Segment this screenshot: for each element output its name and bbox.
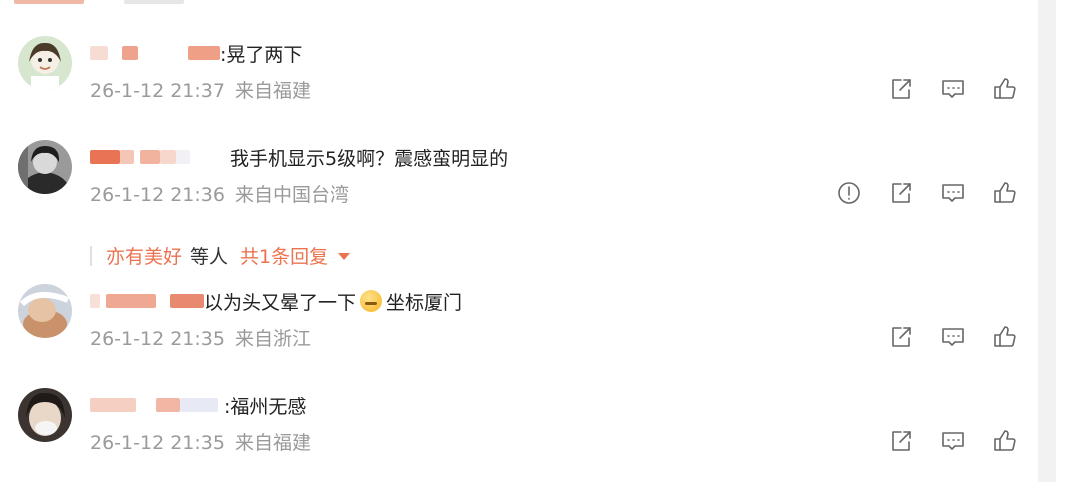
comment-meta: 26-1-12 21:35 来自福建 — [90, 428, 311, 455]
comment-icon — [942, 328, 964, 346]
comment-item: 以为头又晕了一下 坐标厦门 26-1-12 21:35 来自浙江 — [18, 284, 1018, 384]
comment-timestamp: 26-1-12 21:37 — [90, 80, 225, 102]
comment-text-part: 以为头又晕了一下 — [204, 291, 357, 314]
like-button[interactable] — [992, 324, 1018, 350]
share-button[interactable] — [888, 76, 914, 102]
comment-actions — [862, 428, 1018, 454]
comment-text-part: 坐标厦门 — [386, 291, 463, 314]
report-icon — [838, 182, 860, 204]
reply-username[interactable]: 亦有美好 — [106, 242, 182, 269]
previous-comment-fragment — [14, 0, 184, 8]
comment-meta: 26-1-12 21:36 来自中国台湾 — [90, 180, 349, 207]
chevron-down-icon[interactable] — [338, 253, 351, 260]
comment-actions — [810, 180, 1018, 206]
blurred-text — [124, 0, 184, 4]
blurred-username[interactable] — [140, 150, 160, 164]
comment-header: :晃了两下 — [90, 40, 302, 66]
comment-location: 来自福建 — [235, 432, 312, 454]
blurred-username[interactable] — [90, 294, 100, 308]
comment-timestamp: 26-1-12 21:35 — [90, 328, 225, 350]
share-button[interactable] — [888, 428, 914, 454]
blurred-username[interactable] — [120, 150, 134, 164]
like-button[interactable] — [992, 76, 1018, 102]
comment-location: 来自福建 — [235, 80, 312, 102]
like-icon — [994, 326, 1016, 347]
scrollbar[interactable] — [1038, 0, 1056, 482]
blurred-username[interactable] — [90, 46, 108, 60]
comment-timestamp: 26-1-12 21:35 — [90, 432, 225, 454]
share-icon — [892, 79, 911, 99]
blurred-username[interactable] — [90, 150, 120, 164]
comment-item: :晃了两下 26-1-12 21:37 来自福建 — [18, 36, 1018, 136]
comment-button[interactable] — [940, 76, 966, 102]
comment-actions — [862, 76, 1018, 102]
avatar[interactable] — [18, 140, 72, 194]
like-button[interactable] — [992, 180, 1018, 206]
share-button[interactable] — [888, 324, 914, 350]
comment-text: :晃了两下 — [220, 43, 303, 66]
blurred-username[interactable] — [160, 150, 176, 164]
comment-meta: 26-1-12 21:35 来自浙江 — [90, 324, 311, 351]
comment-button[interactable] — [940, 428, 966, 454]
blurred-username[interactable] — [176, 150, 190, 164]
reply-count-link[interactable]: 共1条回复 — [240, 242, 328, 269]
blurred-username — [14, 0, 84, 4]
reply-summary[interactable]: 亦有美好 等人 共1条回复 — [90, 242, 351, 269]
share-icon — [892, 431, 911, 451]
comment-text: 我手机显示5级啊？震感蛮明显的 — [230, 147, 509, 170]
share-icon — [892, 327, 911, 347]
comment-header: 以为头又晕了一下 坐标厦门 — [90, 288, 462, 314]
like-icon — [994, 430, 1016, 451]
comment-location: 来自浙江 — [235, 328, 312, 350]
share-button[interactable] — [888, 180, 914, 206]
like-button[interactable] — [992, 428, 1018, 454]
like-icon — [994, 182, 1016, 203]
comment-button[interactable] — [940, 180, 966, 206]
blurred-username[interactable] — [188, 46, 220, 60]
share-icon — [892, 183, 911, 203]
blurred-username[interactable] — [90, 398, 136, 412]
comment-meta: 26-1-12 21:37 来自福建 — [90, 76, 311, 103]
comment-icon — [942, 432, 964, 450]
comment-location: 来自中国台湾 — [235, 184, 350, 206]
comment-icon — [942, 80, 964, 98]
blurred-username[interactable] — [170, 294, 204, 308]
report-button[interactable] — [836, 180, 862, 206]
comment-header: 我手机显示5级啊？震感蛮明显的 — [90, 144, 508, 170]
blurred-username[interactable] — [156, 398, 180, 412]
comment-actions — [862, 324, 1018, 350]
comment-timestamp: 26-1-12 21:36 — [90, 184, 225, 206]
comment-item: :福州无感 26-1-12 21:35 来自福建 — [18, 388, 1018, 488]
blurred-username[interactable] — [106, 294, 156, 308]
avatar[interactable] — [18, 284, 72, 338]
blurred-username[interactable] — [180, 398, 218, 412]
avatar[interactable] — [18, 388, 72, 442]
comment-button[interactable] — [940, 324, 966, 350]
comment-text: :福州无感 — [224, 395, 307, 418]
reply-middle-text: 等人 — [190, 246, 229, 268]
comment-item: 我手机显示5级啊？震感蛮明显的 26-1-12 21:36 来自中国台湾 亦有美… — [18, 140, 1018, 270]
like-icon — [994, 78, 1016, 99]
avatar[interactable] — [18, 36, 72, 90]
blurred-username[interactable] — [122, 46, 138, 60]
comment-header: :福州无感 — [90, 392, 306, 418]
reply-divider — [90, 245, 92, 266]
dizzy-face-emoji-icon — [360, 290, 383, 312]
comment-icon — [942, 184, 964, 202]
